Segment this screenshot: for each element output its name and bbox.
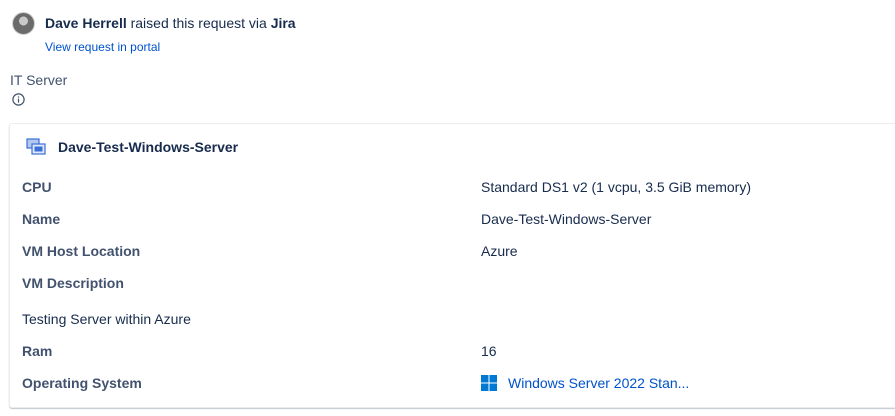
requester-line: Dave Herrell raised this request via Jir… <box>45 15 296 31</box>
request-type-label: IT Server <box>10 72 68 88</box>
field-value: Azure <box>481 243 518 259</box>
requester-section: Dave Herrell raised this request via Jir… <box>12 12 296 56</box>
field-label: CPU <box>22 179 52 195</box>
field-label: VM Host Location <box>22 243 141 259</box>
field-row-vm-host-location: VM Host Location Azure <box>22 241 882 261</box>
request-channel: Jira <box>270 15 296 31</box>
asset-card: Dave-Test-Windows-Server CPU Standard DS… <box>9 123 895 408</box>
avatar[interactable] <box>12 12 35 35</box>
windows-logo-icon <box>481 375 497 391</box>
field-value: Standard DS1 v2 (1 vcpu, 3.5 GiB memory) <box>481 179 751 195</box>
asset-card-title[interactable]: Dave-Test-Windows-Server <box>58 139 238 155</box>
requester-action: raised this request via <box>130 15 267 31</box>
field-label: Ram <box>22 343 53 359</box>
field-value: Dave-Test-Windows-Server <box>481 211 652 227</box>
field-value-vm-description: Testing Server within Azure <box>22 311 191 327</box>
field-row-ram: Ram 16 <box>22 341 882 361</box>
field-row-name: Name Dave-Test-Windows-Server <box>22 209 882 229</box>
asset-card-header: Dave-Test-Windows-Server <box>26 138 238 155</box>
field-label: Name <box>22 211 61 227</box>
view-request-in-portal-link[interactable]: View request in portal <box>45 40 160 54</box>
info-icon[interactable] <box>12 93 25 106</box>
operating-system-link[interactable]: Windows Server 2022 Stan... <box>481 373 689 393</box>
field-value: 16 <box>481 343 497 359</box>
field-label: VM Description <box>22 275 124 291</box>
operating-system-value: Windows Server 2022 Stan... <box>508 375 690 391</box>
field-row-vm-description: VM Description <box>22 273 882 293</box>
virtual-machine-icon <box>26 138 46 155</box>
field-row-operating-system: Operating System Windows Server 2022 Sta… <box>22 373 882 393</box>
field-row-cpu: CPU Standard DS1 v2 (1 vcpu, 3.5 GiB mem… <box>22 177 882 197</box>
field-label: Operating System <box>22 375 142 391</box>
requester-name[interactable]: Dave Herrell <box>45 15 127 31</box>
